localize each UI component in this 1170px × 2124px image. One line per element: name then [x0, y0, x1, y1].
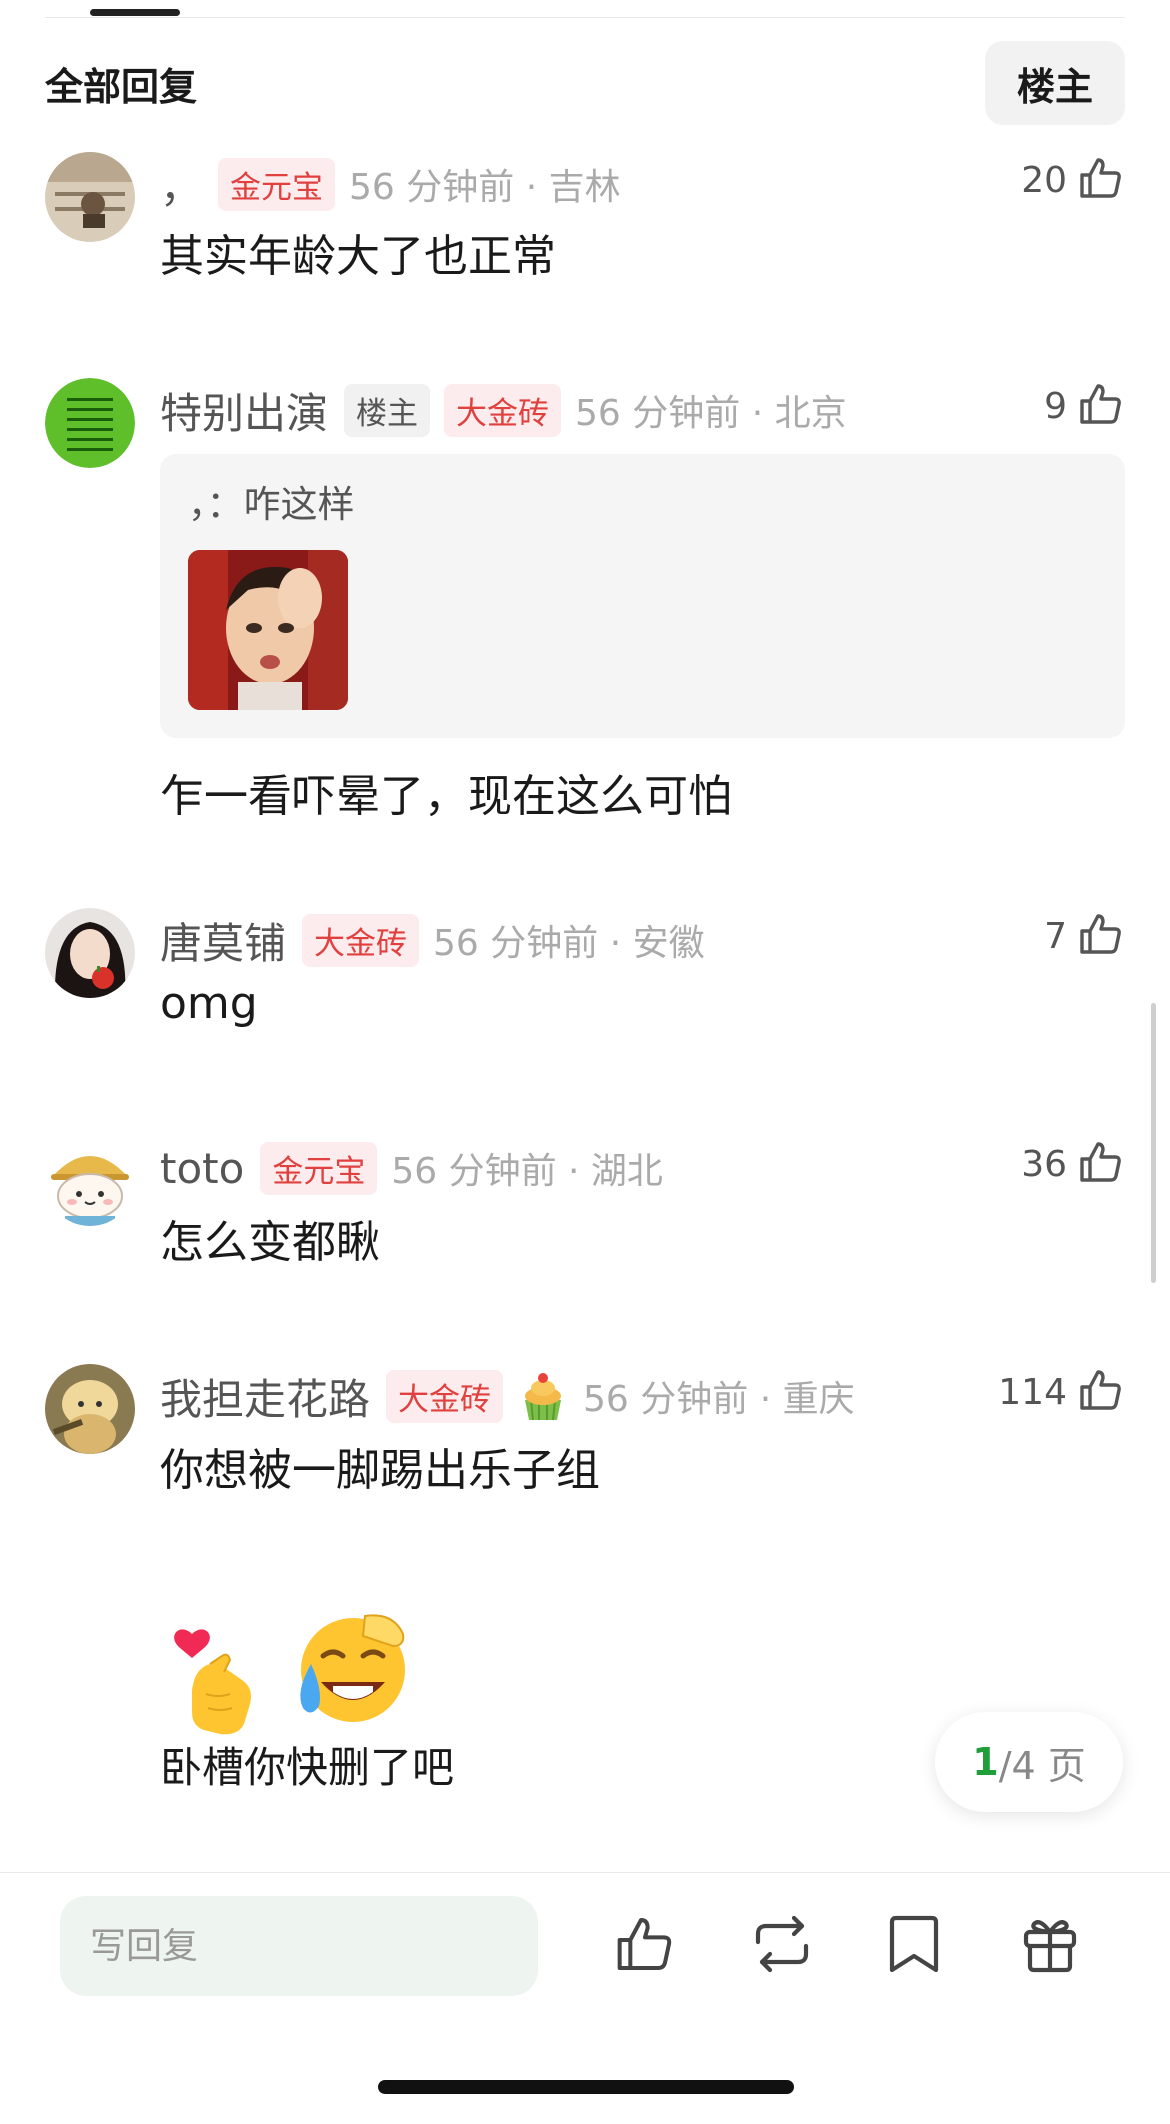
- bookmark-icon: [884, 1912, 944, 1980]
- user-badge: 大金砖: [386, 1369, 504, 1423]
- like-count: 20: [1021, 159, 1067, 201]
- quoted-text: ，：咋这样: [188, 483, 355, 526]
- comment-content: 怎么变都瞅: [160, 1217, 380, 1268]
- comment-extra-text: 卧槽你快删了吧: [160, 1743, 455, 1792]
- heart-hand-emoji: [170, 1620, 270, 1744]
- thumb-up-icon: [613, 1912, 677, 1980]
- avatar[interactable]: [45, 1136, 135, 1226]
- comment-content: omg: [160, 978, 258, 1029]
- comment-meta: 唐莫铺 大金砖 56 分钟前 · 安徽: [160, 912, 1125, 968]
- like-button[interactable]: 9: [1044, 378, 1125, 434]
- comment-item: 特别出演 楼主 大金砖 56 分钟前 · 北京 9 ，：咋这样 乍一看吓晕了，现…: [45, 378, 1125, 828]
- comment-meta: 特别出演 楼主 大金砖 56 分钟前 · 北京: [160, 382, 1125, 438]
- cake-icon: [517, 1370, 569, 1422]
- username[interactable]: 唐莫铺: [160, 910, 286, 971]
- laughing-crying-emoji: [293, 1606, 413, 1730]
- comment-time-location: 56 分钟前 · 湖北: [391, 1151, 663, 1192]
- username[interactable]: ，: [160, 154, 202, 215]
- page-title: 全部回复: [45, 64, 198, 109]
- quoted-comment[interactable]: ，：咋这样: [160, 454, 1125, 738]
- comment-time-location: 56 分钟前 · 重庆: [583, 1379, 855, 1420]
- like-button[interactable]: 20: [1021, 152, 1125, 208]
- like-count: 7: [1044, 915, 1067, 957]
- reply-header: 全部回复 楼主: [45, 40, 1125, 126]
- comment-meta: toto 金元宝 56 分钟前 · 湖北: [160, 1140, 1125, 1196]
- like-button[interactable]: 7: [1044, 908, 1125, 964]
- avatar[interactable]: [45, 1364, 135, 1454]
- comment-item: ， 金元宝 56 分钟前 · 吉林 20 其实年龄大了也正常: [45, 152, 1125, 282]
- user-badge: 大金砖: [444, 383, 562, 437]
- comment-time-location: 56 分钟前 · 安徽: [433, 923, 705, 964]
- username[interactable]: 特别出演: [160, 380, 328, 441]
- like-count: 9: [1044, 385, 1067, 427]
- user-badge: 金元宝: [260, 1141, 378, 1195]
- comment-item: 唐莫铺 大金砖 56 分钟前 · 安徽 7 omg: [45, 908, 1125, 1029]
- repost-button[interactable]: [742, 1906, 822, 1986]
- comment-time-location: 56 分钟前 · 北京: [575, 393, 847, 434]
- user-badge: 大金砖: [302, 913, 420, 967]
- bookmark-button[interactable]: [874, 1906, 954, 1986]
- gift-button[interactable]: [1010, 1906, 1090, 1986]
- op-only-filter-button[interactable]: 楼主: [985, 41, 1125, 125]
- thumb-up-icon: [1077, 1138, 1125, 1190]
- comment-meta: 我担走花路 大金砖 56 分钟前 · 重庆: [160, 1368, 1125, 1424]
- user-badge: 金元宝: [218, 157, 336, 211]
- avatar[interactable]: [45, 152, 135, 242]
- thumb-up-icon: [1077, 154, 1125, 206]
- comment-meta: ， 金元宝 56 分钟前 · 吉林: [160, 156, 1125, 212]
- bottom-bar-divider: [0, 1872, 1170, 1873]
- username[interactable]: 我担走花路: [160, 1366, 370, 1427]
- like-count: 114: [998, 1371, 1067, 1413]
- avatar[interactable]: [45, 378, 135, 468]
- thumb-up-icon: [1077, 1366, 1125, 1418]
- comment-content: 其实年龄大了也正常: [160, 231, 556, 282]
- avatar[interactable]: [45, 908, 135, 998]
- current-page-number: 1: [972, 1740, 999, 1784]
- repost-icon: [748, 1912, 816, 1980]
- reply-input[interactable]: [60, 1896, 538, 1996]
- home-indicator: [378, 2080, 794, 2094]
- total-pages-label: /4 页: [998, 1743, 1086, 1788]
- comment-item: toto 金元宝 56 分钟前 · 湖北 36 怎么变都瞅: [45, 1136, 1125, 1268]
- op-badge: 楼主: [344, 383, 431, 437]
- like-button[interactable]: 36: [1021, 1136, 1125, 1192]
- top-divider: [45, 17, 1125, 18]
- quoted-image[interactable]: [188, 550, 348, 710]
- comment-time-location: 56 分钟前 · 吉林: [349, 167, 621, 208]
- top-sheet-indicator: [90, 9, 180, 16]
- scrollbar-thumb[interactable]: [1151, 1003, 1156, 1283]
- comment-content: 你想被一脚踢出乐子组: [160, 1445, 600, 1496]
- gift-icon: [1018, 1912, 1082, 1980]
- comment-content: 乍一看吓晕了，现在这么可怕: [160, 771, 732, 822]
- like-button[interactable]: 114: [998, 1364, 1125, 1420]
- thumb-up-icon: [1077, 910, 1125, 962]
- username[interactable]: toto: [160, 1144, 244, 1193]
- thumb-up-icon: [1077, 380, 1125, 432]
- like-count: 36: [1021, 1143, 1067, 1185]
- like-post-button[interactable]: [605, 1906, 685, 1986]
- pagination-indicator[interactable]: 1 /4 页: [935, 1712, 1123, 1812]
